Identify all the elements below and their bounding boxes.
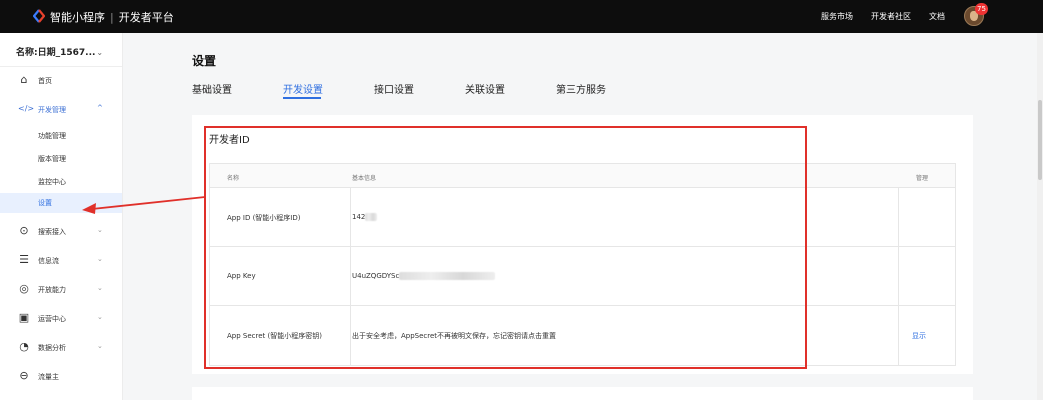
sidebar-item-label: 搜索接入 — [38, 228, 66, 236]
chevron-down-icon: ⌄ — [97, 255, 103, 263]
notification-badge[interactable]: 75 — [975, 3, 988, 15]
sidebar-item-home[interactable]: ⌂ 首页 — [0, 72, 122, 90]
table-row: App ID (智能小程序ID) 142 — [210, 188, 955, 247]
row-value: 出于安全考虑，AppSecret不再被明文保存，忘记密钥请点击重置 — [352, 332, 557, 340]
sidebar-item-capability[interactable]: ◎ 开放能力 ⌄ — [0, 281, 122, 299]
sidebar-item-label: 开发管理 — [38, 106, 66, 114]
table-row: App Secret (智能小程序密钥) 出于安全考虑，AppSecret不再被… — [210, 306, 955, 365]
sidebar-item-label: 数据分析 — [38, 344, 66, 352]
column-header-manage: 管理 — [916, 175, 929, 182]
account-name: 名称:日期_1567... — [16, 48, 96, 58]
developer-id-table: 名称 基本信息 管理 App ID (智能小程序ID) 142 App Key … — [209, 163, 956, 366]
row-value[interactable]: U4uZQGDYSc — [352, 272, 496, 280]
tab-basic-settings[interactable]: 基础设置 — [192, 81, 232, 96]
app-id-value: 142 — [352, 213, 366, 221]
next-card — [192, 387, 973, 400]
analytics-icon: ◔ — [19, 340, 29, 353]
chevron-down-icon: ⌄ — [97, 313, 103, 321]
scrollbar[interactable] — [1037, 33, 1043, 400]
active-tab-indicator — [283, 97, 321, 99]
logo-icon[interactable] — [33, 9, 45, 23]
redacted-mask — [365, 213, 378, 221]
sidebar-subitem-settings[interactable]: 设置 — [0, 193, 122, 213]
card-title: 开发者ID — [209, 135, 250, 146]
chevron-down-icon: ⌄ — [97, 342, 103, 350]
sidebar-item-traffic[interactable]: ⊖ 流量主 — [0, 368, 122, 386]
top-bar: 智能小程序 | 开发者平台 服务市场 开发者社区 文档 75 — [0, 0, 1043, 33]
chevron-up-icon: ^ — [97, 104, 103, 112]
row-name: App Secret (智能小程序密钥) — [227, 332, 322, 340]
redacted-mask — [399, 272, 496, 280]
traffic-icon: ⊖ — [19, 369, 29, 382]
code-icon: </> — [18, 104, 35, 113]
sidebar-subitem-label: 设置 — [38, 199, 52, 207]
sidebar-item-label: 运营中心 — [38, 315, 66, 323]
brand-separator: | — [110, 11, 114, 24]
app-key-value: U4uZQGDYSc — [352, 272, 400, 280]
sidebar-item-dev-manage[interactable]: </> 开发管理 ^ — [0, 101, 122, 119]
scrollbar-thumb[interactable] — [1038, 100, 1042, 180]
link-developer-community[interactable]: 开发者社区 — [871, 11, 911, 22]
top-links: 服务市场 开发者社区 文档 — [821, 11, 945, 22]
brand-title[interactable]: 智能小程序 | 开发者平台 — [50, 9, 174, 25]
row-name: App Key — [227, 272, 256, 280]
sidebar-item-label: 信息流 — [38, 257, 59, 265]
row-value[interactable]: 142 — [352, 213, 378, 221]
sidebar-item-label: 首页 — [38, 77, 52, 85]
sidebar-subitem-version[interactable]: 版本管理 — [38, 154, 66, 164]
sidebar-item-label: 开放能力 — [38, 286, 66, 294]
tab-link-settings[interactable]: 关联设置 — [465, 81, 505, 96]
page-title: 设置 — [192, 54, 217, 68]
tab-third-party[interactable]: 第三方服务 — [556, 81, 606, 96]
divider — [0, 66, 122, 67]
row-name: App ID (智能小程序ID) — [227, 214, 301, 222]
tab-api-settings[interactable]: 接口设置 — [374, 81, 414, 96]
sidebar: 名称:日期_1567...⌄ ⌂ 首页 </> 开发管理 ^ 功能管理 版本管理… — [0, 33, 123, 400]
sidebar-item-label: 流量主 — [38, 373, 59, 381]
capability-icon: ◎ — [19, 282, 29, 295]
sidebar-item-search[interactable]: ⊙ 搜索接入 ⌄ — [0, 223, 122, 241]
column-header-info: 基本信息 — [352, 175, 377, 182]
operation-icon: ▣ — [18, 311, 30, 324]
brand-subtitle: 开发者平台 — [118, 11, 174, 24]
column-header-name: 名称 — [227, 175, 240, 182]
show-secret-link[interactable]: 显示 — [912, 331, 926, 341]
chevron-down-icon: ⌄ — [96, 48, 104, 57]
home-icon: ⌂ — [20, 73, 28, 86]
sidebar-subitem-function[interactable]: 功能管理 — [38, 131, 66, 141]
tab-dev-settings[interactable]: 开发设置 — [283, 81, 323, 96]
sidebar-subitem-monitor[interactable]: 监控中心 — [38, 177, 66, 187]
chevron-down-icon: ⌄ — [97, 284, 103, 292]
table-row: App Key U4uZQGDYSc — [210, 247, 955, 306]
account-switcher[interactable]: 名称:日期_1567...⌄ — [16, 45, 103, 58]
brand-name: 智能小程序 — [50, 11, 105, 24]
sidebar-item-feed[interactable]: ☰ 信息流 ⌄ — [0, 252, 122, 270]
sidebar-item-operation[interactable]: ▣ 运营中心 ⌄ — [0, 310, 122, 328]
table-header: 名称 基本信息 管理 — [210, 164, 955, 188]
feed-icon: ☰ — [19, 253, 29, 266]
link-service-market[interactable]: 服务市场 — [821, 11, 853, 22]
search-icon: ⊙ — [19, 224, 29, 237]
sidebar-item-analytics[interactable]: ◔ 数据分析 ⌄ — [0, 339, 122, 357]
chevron-down-icon: ⌄ — [97, 226, 103, 234]
link-docs[interactable]: 文档 — [929, 11, 945, 22]
